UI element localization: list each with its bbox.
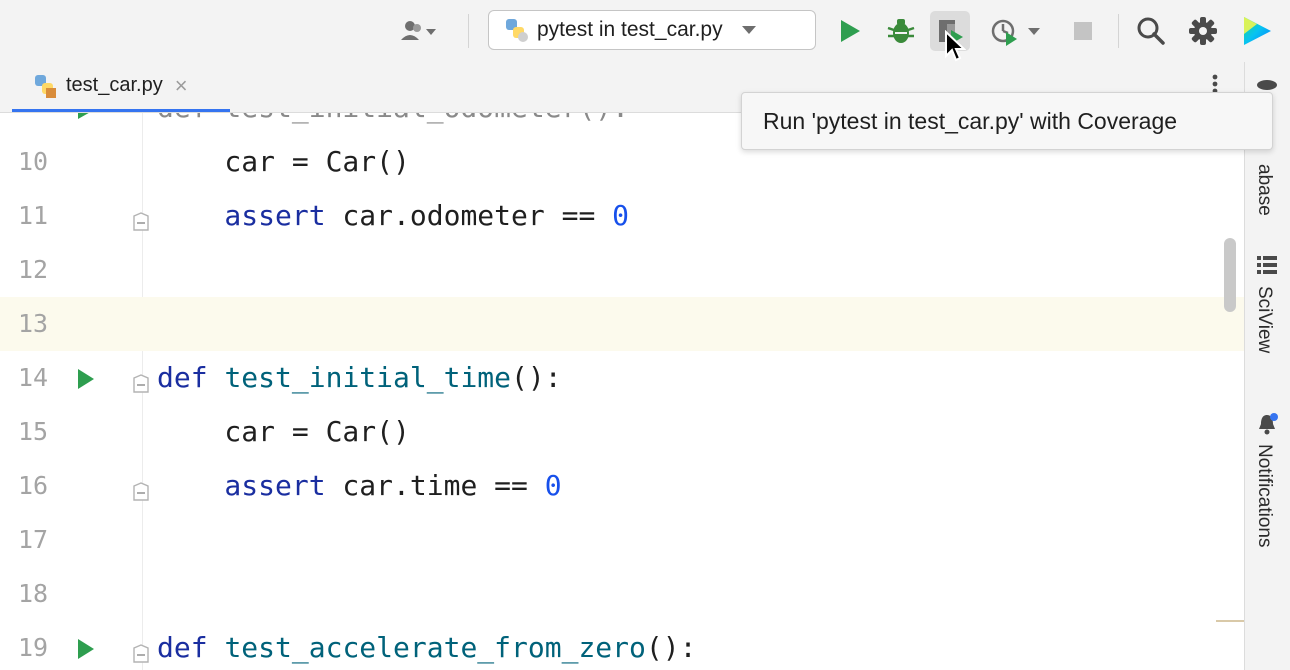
vertical-scrollbar-thumb[interactable] bbox=[1224, 238, 1236, 312]
code-line[interactable]: 18 bbox=[0, 567, 1244, 621]
fold-icon[interactable] bbox=[132, 368, 150, 401]
python-pytest-icon bbox=[503, 17, 529, 43]
tab-options-icon[interactable] bbox=[1212, 74, 1218, 94]
tab-label: test_car.py bbox=[66, 74, 163, 96]
code-line[interactable]: 15 car = Car() bbox=[0, 405, 1244, 459]
code-editor[interactable]: def test_initial_odometer(): 10 car = Ca… bbox=[0, 113, 1244, 670]
code-token: car.time == bbox=[325, 469, 545, 502]
search-icon[interactable] bbox=[1136, 16, 1166, 46]
run-configuration-selector[interactable]: pytest in test_car.py bbox=[488, 10, 816, 50]
code-token: car = Car() bbox=[157, 415, 410, 448]
code-line[interactable]: 17 bbox=[0, 513, 1244, 567]
tooltip: Run 'pytest in test_car.py' with Coverag… bbox=[741, 92, 1273, 150]
code-token: assert bbox=[157, 199, 326, 232]
fold-icon[interactable] bbox=[132, 476, 150, 509]
code-token: 0 bbox=[544, 469, 562, 502]
run-configuration-label: pytest in test_car.py bbox=[537, 18, 723, 41]
main-toolbar: pytest in test_car.py bbox=[0, 0, 1290, 63]
line-number: 13 bbox=[18, 309, 49, 338]
code-text: assert car.time == 0 bbox=[157, 459, 562, 513]
code-token: car = Car() bbox=[157, 145, 410, 178]
gear-icon[interactable] bbox=[1188, 16, 1218, 46]
notifications-bell-icon[interactable] bbox=[1255, 412, 1279, 436]
mouse-cursor-icon bbox=[944, 29, 967, 69]
code-line[interactable]: 12 bbox=[0, 243, 1244, 297]
code-token: 0 bbox=[612, 199, 630, 232]
tooltip-text: Run 'pytest in test_car.py' with Coverag… bbox=[763, 107, 1178, 134]
run-gutter-icon[interactable] bbox=[76, 113, 96, 128]
line-number: 16 bbox=[18, 471, 49, 500]
triangle-down-icon[interactable] bbox=[741, 25, 757, 35]
tab-test-car-py[interactable]: test_car.py × bbox=[12, 62, 230, 112]
close-icon[interactable]: × bbox=[175, 74, 188, 97]
sciview-icon[interactable] bbox=[1257, 256, 1277, 274]
line-number: 19 bbox=[18, 633, 49, 662]
code-text: car = Car() bbox=[157, 135, 410, 189]
user-icon[interactable] bbox=[400, 20, 438, 42]
code-text: def test_initial_time(): bbox=[157, 351, 562, 405]
code-token: def bbox=[157, 631, 225, 664]
jetbrains-logo-icon[interactable] bbox=[1240, 14, 1274, 48]
code-token: def bbox=[157, 361, 225, 394]
code-line[interactable]: 16 assert car.time == 0 bbox=[0, 459, 1244, 513]
line-number: 18 bbox=[18, 579, 49, 608]
scroll-marker bbox=[1216, 620, 1244, 622]
code-token: test_initial_time bbox=[224, 361, 512, 394]
code-line[interactable]: 19 def test_accelerate_from_zero(): bbox=[0, 621, 1244, 670]
run-gutter-icon[interactable] bbox=[76, 635, 96, 668]
debug-bug-icon[interactable] bbox=[886, 16, 916, 46]
code-token: assert bbox=[157, 469, 326, 502]
tool-window-database[interactable]: abase bbox=[1253, 164, 1275, 216]
python-file-icon bbox=[32, 73, 58, 99]
database-icon[interactable] bbox=[1255, 78, 1279, 92]
code-token: (): bbox=[645, 631, 697, 664]
code-line[interactable]: 14 def test_initial_time(): bbox=[0, 351, 1244, 405]
tool-window-sciview[interactable]: SciView bbox=[1253, 286, 1275, 353]
code-token: test_accelerate_from_zero bbox=[224, 631, 646, 664]
fold-icon[interactable] bbox=[132, 638, 150, 670]
code-line[interactable]: 13 bbox=[0, 297, 1244, 351]
line-number: 15 bbox=[18, 417, 49, 446]
line-number: 14 bbox=[18, 363, 49, 392]
code-text: def test_initial_odometer(): bbox=[157, 113, 629, 135]
line-number: 11 bbox=[18, 201, 49, 230]
toolbar-separator bbox=[1118, 14, 1119, 48]
run-icon[interactable] bbox=[838, 18, 862, 44]
code-text: assert car.odometer == 0 bbox=[157, 189, 629, 243]
code-token: car.odometer == bbox=[325, 199, 613, 232]
line-number: 12 bbox=[18, 255, 49, 284]
stop-icon[interactable] bbox=[1074, 22, 1092, 40]
code-text: car = Car() bbox=[157, 405, 410, 459]
line-number: 10 bbox=[18, 147, 49, 176]
code-token: (): bbox=[511, 361, 562, 394]
code-line[interactable]: 11 assert car.odometer == 0 bbox=[0, 189, 1244, 243]
right-tool-window-strip: abase SciView Notifications bbox=[1244, 62, 1290, 670]
fold-icon[interactable] bbox=[132, 206, 150, 239]
code-text: def test_accelerate_from_zero(): bbox=[157, 621, 696, 670]
tool-window-notifications[interactable]: Notifications bbox=[1253, 444, 1275, 548]
line-number: 17 bbox=[18, 525, 49, 554]
toolbar-separator bbox=[468, 14, 469, 48]
profile-icon[interactable] bbox=[990, 18, 1042, 46]
run-gutter-icon[interactable] bbox=[76, 365, 96, 398]
